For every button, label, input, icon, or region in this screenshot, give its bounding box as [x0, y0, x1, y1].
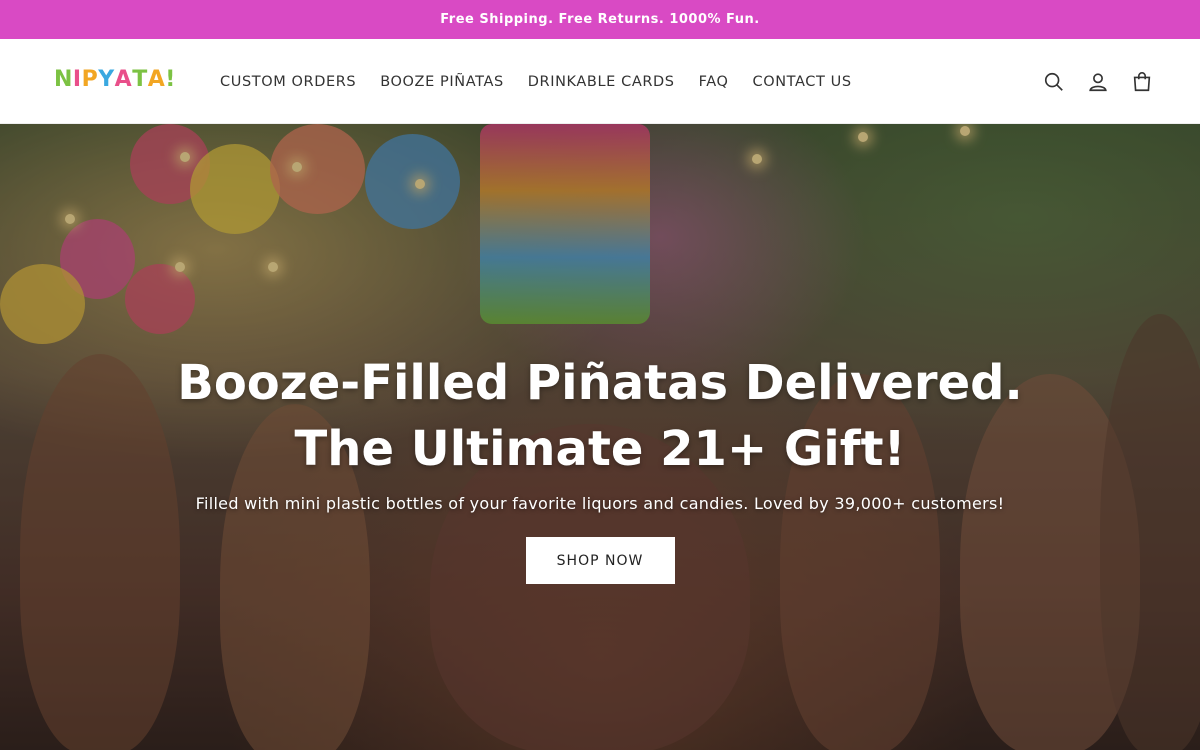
logo-letter: !: [165, 67, 176, 92]
shop-now-button[interactable]: SHOP NOW: [525, 537, 675, 584]
announcement-text: Free Shipping. Free Returns. 1000% Fun.: [440, 12, 760, 27]
logo-letter: T: [132, 67, 148, 92]
hero-content: Booze-Filled Piñatas Delivered. The Ulti…: [0, 350, 1200, 584]
main-nav: CUSTOM ORDERS BOOZE PIÑATAS DRINKABLE CA…: [208, 39, 864, 124]
account-icon[interactable]: [1086, 70, 1110, 94]
nipyata-logo[interactable]: N I P Y A T A!: [54, 67, 176, 92]
hero-subtitle: Filled with mini plastic bottles of your…: [195, 494, 1005, 513]
logo-letter: I: [72, 67, 82, 92]
nav-faq[interactable]: FAQ: [687, 74, 741, 90]
logo-letter: A: [147, 67, 166, 92]
logo-letter: A: [114, 67, 133, 92]
nav-contact-us[interactable]: CONTACT US: [741, 74, 864, 90]
search-icon[interactable]: [1042, 70, 1066, 94]
header-icons: [1042, 39, 1154, 124]
hero-title: Booze-Filled Piñatas Delivered. The Ulti…: [177, 355, 1023, 477]
nav-custom-orders[interactable]: CUSTOM ORDERS: [208, 74, 368, 90]
announcement-bar: Free Shipping. Free Returns. 1000% Fun.: [0, 0, 1200, 39]
logo-letter: P: [81, 67, 99, 92]
nav-booze-pinatas[interactable]: BOOZE PIÑATAS: [368, 74, 516, 90]
logo-letter: Y: [98, 67, 115, 92]
logo-letter: N: [54, 67, 73, 92]
hero-banner: Booze-Filled Piñatas Delivered. The Ulti…: [0, 124, 1200, 750]
site-header: N I P Y A T A! CUSTOM ORDERS BOOZE PIÑATAS DRI…: [0, 39, 1200, 124]
cart-icon[interactable]: [1130, 70, 1154, 94]
nav-drinkable-cards[interactable]: DRINKABLE CARDS: [516, 74, 687, 90]
